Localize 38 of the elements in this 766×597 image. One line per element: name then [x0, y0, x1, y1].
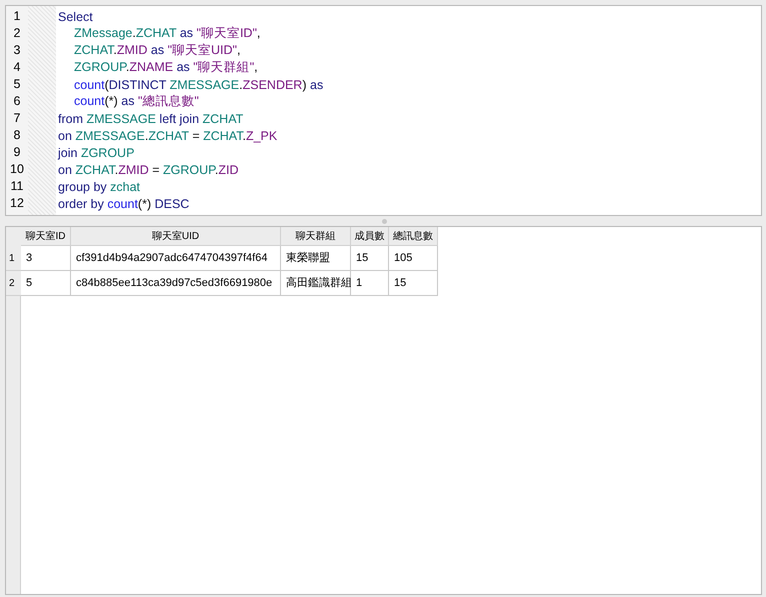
line-number: 10: [9, 161, 25, 178]
table-cell: 15: [351, 246, 389, 271]
code-line: from ZMESSAGE left join ZCHAT: [57, 112, 244, 126]
line-number: 4: [12, 59, 22, 76]
splitter-handle[interactable]: [382, 218, 387, 224]
table-cell: 3: [21, 246, 71, 271]
table-cell: 東榮聯盟: [281, 246, 351, 271]
line-number: 9: [12, 144, 22, 161]
sql-editor[interactable]: [5, 5, 762, 216]
line-number: 1: [12, 8, 22, 25]
code-line: count(DISTINCT ZMESSAGE.ZSENDER) as: [73, 78, 324, 92]
code-line: ZGROUP.ZNAME as "聊天群組",: [73, 59, 258, 76]
line-number: 2: [12, 25, 22, 42]
table-cell: 高田鑑識群組: [281, 271, 351, 296]
code-line: on ZCHAT.ZMID = ZGROUP.ZID: [57, 162, 239, 176]
line-number: 11: [10, 178, 24, 195]
row-number: 1: [6, 246, 21, 271]
code-line: order by count(*) DESC: [57, 196, 190, 210]
code-line: on ZMESSAGE.ZCHAT = ZCHAT.Z_PK: [57, 128, 278, 142]
code-line: join ZGROUP: [56, 146, 134, 160]
line-number: 12: [9, 195, 25, 212]
code-line: group by zchat: [57, 180, 140, 194]
code-line: count(*) as "總訊息數": [73, 93, 199, 110]
row-number: 2: [6, 271, 21, 296]
line-number: 6: [12, 93, 22, 110]
line-number: 8: [12, 127, 22, 144]
table-cell: 15: [389, 271, 438, 296]
code-line: ZMessage.ZCHAT as "聊天室ID",: [73, 25, 260, 42]
line-number: 7: [12, 110, 22, 127]
code-line: Select: [57, 10, 93, 24]
table-cell: 1: [351, 271, 389, 296]
table-cell: 105: [389, 246, 438, 271]
table-cell: cf391d4b94a2907adc6474704397f4f64: [71, 246, 281, 271]
code-line: ZCHAT.ZMID as "聊天室UID",: [73, 42, 240, 59]
table-cell: 5: [21, 271, 71, 296]
line-number: 3: [12, 42, 22, 59]
table-cell: c84b885ee113ca39d97c5ed3f6691980e: [71, 271, 281, 296]
line-number: 5: [12, 76, 22, 93]
